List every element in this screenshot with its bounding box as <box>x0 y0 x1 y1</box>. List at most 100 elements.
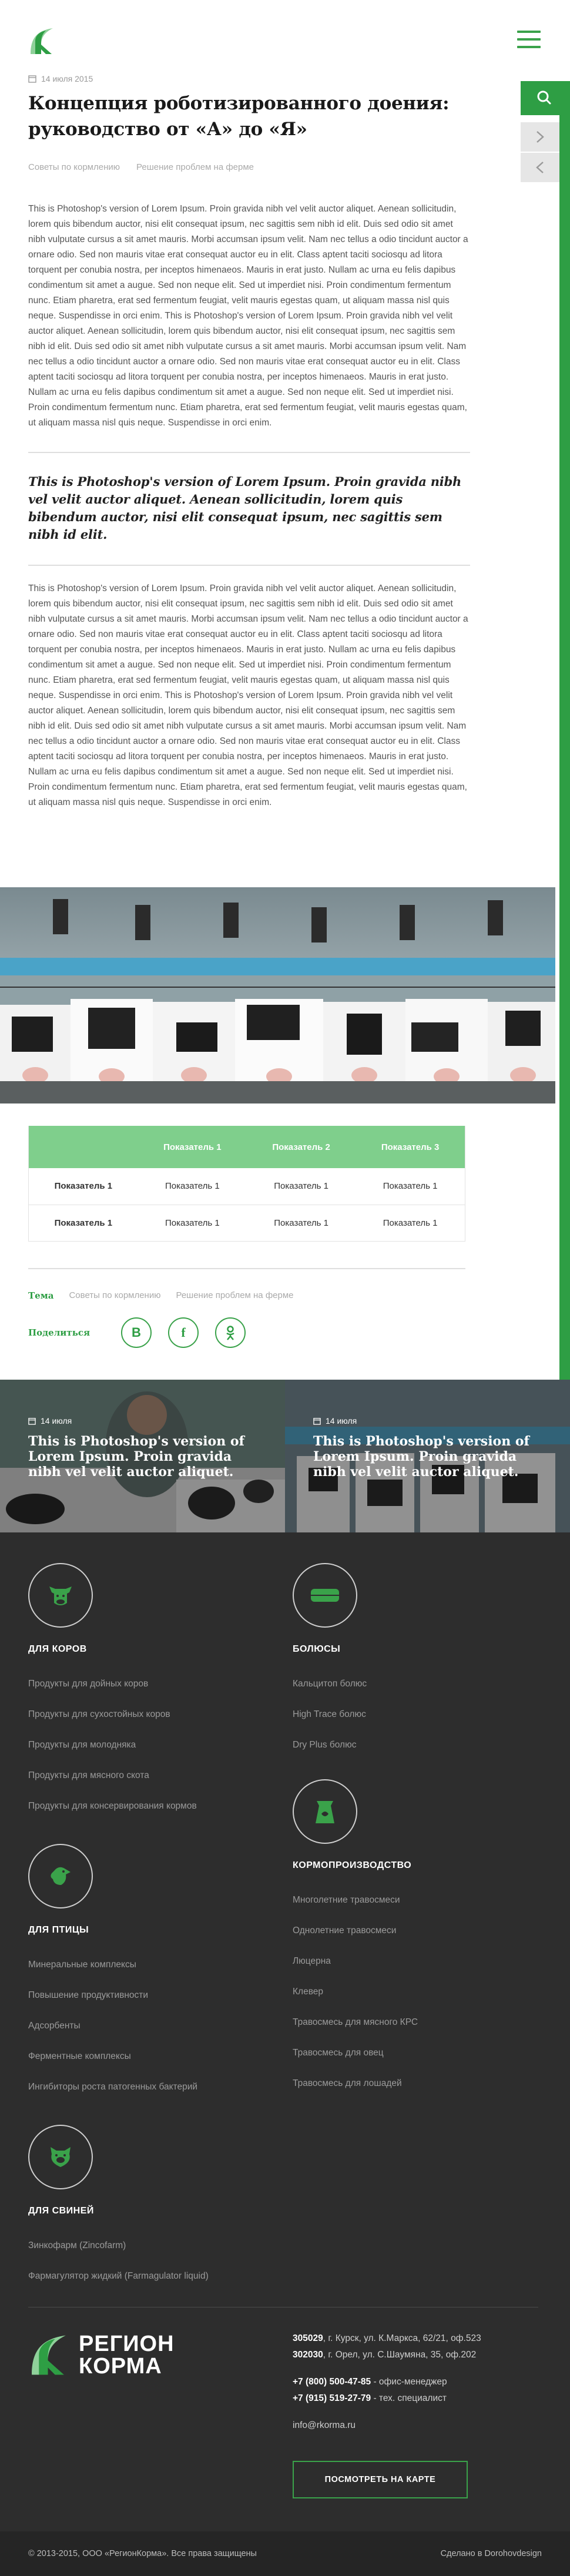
share-vk-button[interactable]: В <box>121 1317 152 1348</box>
table-header-cell <box>28 1126 138 1168</box>
logo-icon <box>32 2335 66 2375</box>
category-link[interactable]: Продукты для дойных коров <box>28 1669 197 1699</box>
category-link[interactable]: Адсорбенты <box>28 2011 197 2041</box>
milking-parlor-photo <box>0 887 555 1103</box>
table-cell: Показатель 1 <box>138 1168 247 1205</box>
phone-number[interactable]: +7 (800) 500-47-85 <box>293 2377 371 2387</box>
category-icon-wrap[interactable] <box>293 1779 357 1844</box>
theme-tag[interactable]: Решение проблем на ферме <box>176 1290 293 1301</box>
category-link[interactable]: Клевер <box>293 1977 418 2007</box>
logo-icon[interactable] <box>28 27 55 55</box>
email-link[interactable]: info@rkorma.ru <box>293 2417 481 2434</box>
share-label: Поделиться <box>28 1327 90 1338</box>
search-button[interactable] <box>521 81 570 115</box>
table-cell: Показатель 1 <box>138 1205 247 1242</box>
category-link[interactable]: Минеральные комплексы <box>28 1950 197 1980</box>
search-icon <box>537 90 551 105</box>
category-link[interactable]: Продукты для молодняка <box>28 1730 197 1760</box>
chevron-right-icon <box>537 131 544 143</box>
footer-logo[interactable]: РЕГИОН КОРМА <box>28 2333 175 2377</box>
category-icon-wrap[interactable] <box>28 1844 93 1908</box>
table-header-cell: Показатель 3 <box>356 1126 466 1168</box>
category-link[interactable]: Продукты для консервирования кормов <box>28 1791 197 1822</box>
category-link[interactable]: Ингибиторы роста патогенных бактерий <box>28 2072 197 2102</box>
footer: ДЛЯ КОРОВ Продукты для дойных коров Прод… <box>0 1532 570 2576</box>
category-title[interactable]: ДЛЯ ПТИЦЫ <box>28 1925 197 1936</box>
related-articles: 14 июля This is Photoshop's version of L… <box>0 1380 570 1532</box>
pig-icon <box>51 2147 71 2167</box>
category-link[interactable]: Травосмесь для лошадей <box>293 2068 418 2099</box>
related-card[interactable]: 14 июля This is Photoshop's version of L… <box>0 1380 285 1532</box>
category-link[interactable]: Продукты для мясного скота <box>28 1760 197 1791</box>
share-odnoklassniki-button[interactable] <box>215 1317 246 1348</box>
category-link[interactable]: Травосмесь для мясного КРС <box>293 2007 418 2038</box>
menu-line <box>517 38 541 41</box>
category-link[interactable]: Dry Plus болюс <box>293 1730 367 1760</box>
article-tag[interactable]: Советы по кормлению <box>28 162 120 172</box>
article-title: Концепция роботизированного доения: руко… <box>28 93 450 140</box>
developer-credit[interactable]: Сделано в Dorohovdesign <box>441 2549 542 2558</box>
footer-bottom-bar: © 2013-2015, ООО «РегионКорма». Все прав… <box>0 2531 570 2576</box>
theme-tag[interactable]: Советы по кормлению <box>69 1290 160 1301</box>
calendar-icon <box>28 1417 36 1425</box>
category-icon-wrap[interactable] <box>28 1563 93 1628</box>
address-text: , г. Курск, ул. К.Маркса, 62/21, оф.523 <box>323 2333 481 2343</box>
table-header-cell: Показатель 2 <box>246 1126 356 1168</box>
category-link[interactable]: Фармагулятор жидкий (Farmagulator liquid… <box>28 2261 209 2292</box>
phone-number[interactable]: +7 (915) 519-27-79 <box>293 2393 371 2403</box>
category-cows: ДЛЯ КОРОВ Продукты для дойных коров Прод… <box>28 1563 197 1822</box>
prev-article-button[interactable] <box>521 153 559 182</box>
share-row: Поделиться В f <box>28 1317 262 1348</box>
category-link[interactable]: Многолетние травосмеси <box>293 1885 418 1916</box>
category-title[interactable]: КОРМОПРОИЗВОДСТВО <box>293 1860 418 1871</box>
menu-line <box>517 31 541 33</box>
calendar-icon <box>28 75 36 83</box>
table-cell: Показатель 1 <box>246 1205 356 1242</box>
theme-label: Тема <box>28 1290 54 1301</box>
category-link[interactable]: Ферментные комплексы <box>28 2041 197 2072</box>
article-quote: This is Photoshop's version of Lorem Ips… <box>28 474 462 542</box>
table-header-row: Показатель 1 Показатель 2 Показатель 3 <box>28 1126 466 1168</box>
phone-line: +7 (915) 519-27-79 - тех. специалист <box>293 2390 481 2407</box>
category-title[interactable]: ДЛЯ СВИНЕЙ <box>28 2206 209 2216</box>
card-date: 14 июля <box>41 1416 72 1425</box>
share-facebook-button[interactable]: f <box>168 1317 199 1348</box>
category-link[interactable]: Повышение продуктивности <box>28 1980 197 2011</box>
category-link[interactable]: Кальцитоп болюс <box>293 1669 367 1699</box>
logo-line: РЕГИОН <box>79 2332 175 2356</box>
divider <box>28 452 470 453</box>
bird-icon <box>51 1867 71 1885</box>
logo-text: РЕГИОН КОРМА <box>79 2333 175 2377</box>
category-title[interactable]: ДЛЯ КОРОВ <box>28 1644 197 1655</box>
card-date: 14 июля <box>326 1416 357 1425</box>
category-link[interactable]: Продукты для сухостойных коров <box>28 1699 197 1730</box>
table-cell: Показатель 1 <box>356 1205 466 1242</box>
category-icon-wrap[interactable] <box>293 1563 357 1628</box>
card-date-row: 14 июля <box>313 1416 357 1425</box>
view-on-map-button[interactable]: ПОСМОТРЕТЬ НА КАРТЕ <box>293 2461 468 2498</box>
table-cell: Показатель 1 <box>356 1168 466 1205</box>
calendar-icon <box>313 1417 321 1425</box>
menu-button[interactable] <box>517 31 541 51</box>
article-tag[interactable]: Решение проблем на ферме <box>136 162 254 172</box>
bolus-pill-icon <box>311 1589 339 1602</box>
data-table: Показатель 1 Показатель 2 Показатель 3 П… <box>28 1126 466 1242</box>
table-cell: Показатель 1 <box>246 1168 356 1205</box>
category-link[interactable]: Зинкофарм (Zincofarm) <box>28 2230 209 2261</box>
next-article-button[interactable] <box>521 122 559 152</box>
category-link[interactable]: Однолетние травосмеси <box>293 1916 418 1946</box>
theme-row: Тема Советы по кормлению Решение проблем… <box>28 1290 294 1301</box>
address-index: 305029 <box>293 2333 323 2343</box>
category-boluses: БОЛЮСЫ Кальцитоп болюс High Trace болюс … <box>293 1563 367 1760</box>
category-birds: ДЛЯ ПТИЦЫ Минеральные комплексы Повышени… <box>28 1844 197 2102</box>
category-link[interactable]: Люцерна <box>293 1946 418 1977</box>
category-title[interactable]: БОЛЮСЫ <box>293 1644 367 1655</box>
category-link[interactable]: High Trace болюс <box>293 1699 367 1730</box>
address-line: 305029, г. Курск, ул. К.Маркса, 62/21, о… <box>293 2330 481 2347</box>
category-link[interactable]: Травосмесь для овец <box>293 2038 418 2068</box>
related-card[interactable]: 14 июля This is Photoshop's version of L… <box>285 1380 570 1532</box>
category-icon-wrap[interactable] <box>28 2125 93 2189</box>
article-date: 14 июля 2015 <box>41 74 93 83</box>
article-paragraph: This is Photoshop's version of Lorem Ips… <box>28 204 468 428</box>
divider <box>28 565 470 566</box>
